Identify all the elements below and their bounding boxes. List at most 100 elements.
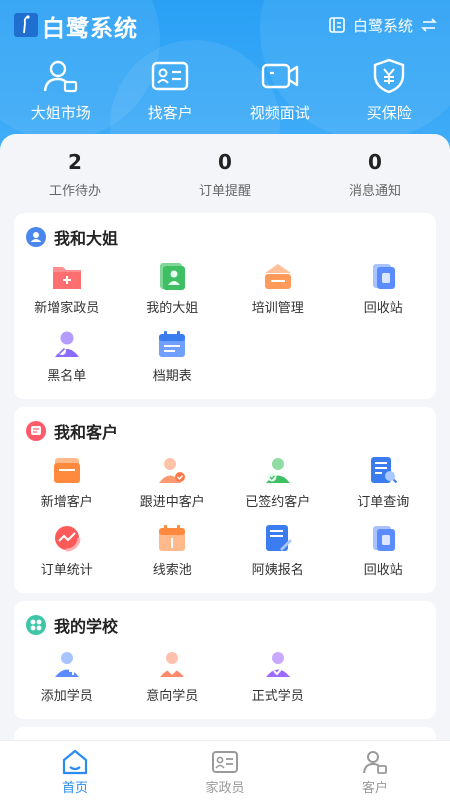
tab-label: 首页 [61,781,88,796]
menu-label: 阿姨报名 [251,563,304,578]
menu-formal-students[interactable]: 正式学员 [225,649,331,717]
section-title: 我和大姐 [54,229,119,248]
menu-recycle-bin-customers[interactable]: 回收站 [331,523,437,591]
section-header: 我和客户 [26,421,119,442]
egret-logo-icon [14,13,38,37]
tab-customers[interactable]: 客户 [320,741,430,800]
quick-action-buy-insurance[interactable]: 买保险 [339,58,439,128]
section-grid: 新增家政员 我的大姐 培训管理 回收站 黑名单 档期表 [14,261,436,397]
section-title: 我和客户 [54,423,119,442]
section-me-and-customers: 我和客户 新增客户 跟进中客户 已签约客户 订单查询 订单统计 线索池 阿姨报名… [14,407,436,593]
folder-plus-icon [51,261,83,291]
menu-label: 黑名单 [47,369,87,384]
menu-label: 意向学员 [146,689,199,704]
training-tray-icon [262,261,294,291]
recycle-bin-icon [367,523,399,553]
quick-action-video-interview[interactable]: 视频面试 [230,58,330,128]
quick-actions: 大姐市场 找客户 视频面试 买保险 [0,58,450,128]
menu-label: 正式学员 [251,689,304,704]
recycle-bin-icon [367,261,399,291]
stats-bar: 2 工作待办 0 订单提醒 0 消息通知 [0,134,450,214]
section-title: 我的学校 [54,617,119,636]
person-badge-icon [43,60,77,93]
person-verified-icon [262,649,294,679]
person-following-icon [156,455,188,485]
tab-housekeepers[interactable]: 家政员 [170,741,280,800]
menu-recycle-bin[interactable]: 回收站 [331,261,437,329]
quick-action-label: 视频面试 [249,104,310,122]
stat-order-reminder[interactable]: 0 订单提醒 [160,150,290,214]
menu-order-query[interactable]: 订单查询 [331,455,437,523]
menu-label: 已签约客户 [245,495,311,510]
video-camera-icon [261,63,298,89]
person-badge-icon [363,751,387,774]
stat-message-notice[interactable]: 0 消息通知 [310,150,440,214]
shield-yen-icon [374,58,405,94]
menu-lead-pool[interactable]: 线索池 [120,523,226,591]
chart-circle-icon [51,523,83,553]
tab-label: 家政员 [205,781,245,796]
menu-following-customers[interactable]: 跟进中客户 [120,455,226,523]
tab-label: 客户 [361,781,388,796]
person-card-green-icon [156,261,188,291]
menu-aunt-registration[interactable]: 阿姨报名 [225,523,331,591]
id-card-icon [212,751,238,773]
menu-label: 档期表 [152,369,192,384]
quick-action-label: 买保险 [366,104,412,122]
home-icon [62,749,88,775]
person-heart-icon [156,649,188,679]
person-circle-icon [26,227,46,247]
section-header: 我和大姐 [26,227,119,248]
section-grid: 添加学员 意向学员 正式学员 [14,649,436,717]
stat-value: 0 [368,150,382,174]
menu-my-housekeepers[interactable]: 我的大姐 [120,261,226,329]
quick-action-find-customer[interactable]: 找客户 [120,58,220,128]
swap-arrows-icon [421,18,437,32]
menu-add-customer[interactable]: 新增客户 [14,455,120,523]
section-header: 我的学校 [26,615,119,636]
menu-label: 新增家政员 [34,301,100,316]
menu-label: 我的大姐 [146,301,199,316]
stat-value: 0 [218,150,232,174]
menu-label: 回收站 [363,563,403,578]
menu-label: 线索池 [152,563,192,578]
menu-signed-customers[interactable]: 已签约客户 [225,455,331,523]
calendar-icon [156,329,188,359]
person-add-icon [51,649,83,679]
calendar-orange-icon [156,523,188,553]
top-bar: 白鹭系统 白鹭系统 [0,0,450,48]
stat-work-todo[interactable]: 2 工作待办 [10,150,140,214]
quick-action-market[interactable]: 大姐市场 [11,58,111,128]
tab-home[interactable]: 首页 [20,741,130,800]
document-search-icon [367,455,399,485]
system-box-icon [329,17,345,33]
menu-schedule[interactable]: 档期表 [120,329,226,397]
section-my-school: 我的学校 添加学员 意向学员 正式学员 [14,601,436,719]
quick-action-label: 大姐市场 [30,104,91,122]
menu-add-student[interactable]: 添加学员 [14,649,120,717]
menu-label: 订单查询 [357,495,410,510]
form-pen-icon [262,523,294,553]
menu-label: 新增客户 [40,495,93,510]
menu-label: 添加学员 [40,689,93,704]
menu-order-statistics[interactable]: 订单统计 [14,523,120,591]
menu-intended-students[interactable]: 意向学员 [120,649,226,717]
wallet-card-icon [51,455,83,485]
menu-add-housekeeper[interactable]: 新增家政员 [14,261,120,329]
menu-label: 培训管理 [251,301,304,316]
stat-label: 消息通知 [348,184,401,199]
stat-value: 2 [68,150,82,174]
menu-blacklist[interactable]: 黑名单 [14,329,120,397]
person-block-icon [51,329,83,359]
system-switch-button[interactable]: 白鹭系统 [328,13,438,37]
switch-label: 白鹭系统 [352,16,413,35]
person-signed-icon [262,455,294,485]
grid-circle-icon [26,615,46,635]
menu-label: 回收站 [363,301,403,316]
section-me-and-housekeepers: 我和大姐 新增家政员 我的大姐 培训管理 回收站 黑名单 档期表 [14,213,436,399]
stat-label: 工作待办 [48,184,101,199]
menu-label: 跟进中客户 [139,495,205,510]
menu-training-management[interactable]: 培训管理 [225,261,331,329]
menu-label: 订单统计 [40,563,93,578]
id-card-icon [152,61,189,91]
